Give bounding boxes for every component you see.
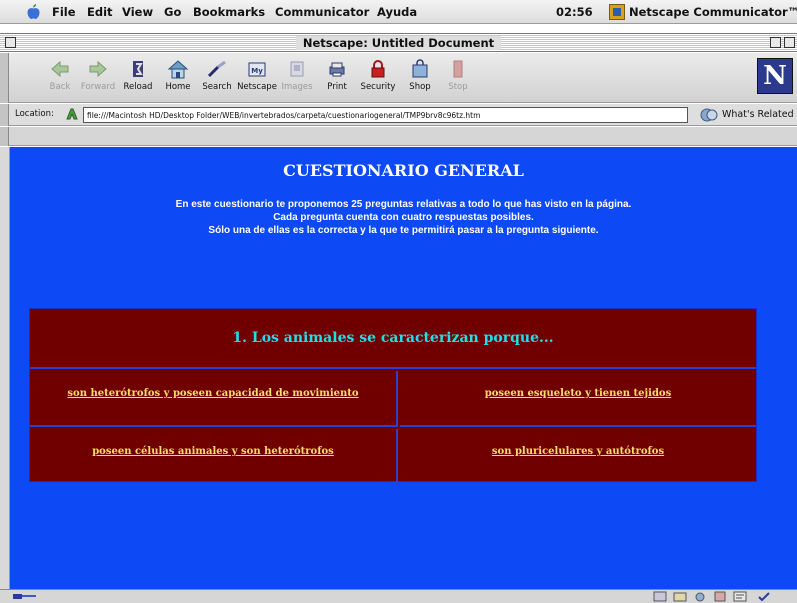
question-cell: 1. Los animales se caracterizan porque..…	[30, 309, 756, 369]
stop-label: Stop	[448, 82, 468, 92]
window-collapse-box[interactable]	[784, 37, 795, 48]
answer-link-4[interactable]: son pluricelulares y autótrofos	[400, 446, 756, 457]
navigation-toolbar: Back Forward Reload Home Search My Netsc…	[0, 53, 797, 103]
forward-arrow-icon	[89, 60, 107, 78]
whats-related-label: What's Related	[722, 109, 794, 120]
forward-button[interactable]: Forward	[76, 56, 120, 98]
answer-cell-1: son heterótrofos y poseen capacidad de m…	[30, 371, 398, 427]
navigator-component-icon[interactable]	[653, 591, 667, 602]
print-label: Print	[327, 82, 347, 92]
home-button[interactable]: Home	[156, 56, 200, 98]
menu-go[interactable]: Go	[164, 5, 181, 19]
menu-ayuda[interactable]: Ayuda	[377, 5, 417, 19]
window-title: Netscape: Untitled Document	[0, 36, 797, 50]
application-name: Netscape Communicator™	[629, 5, 797, 19]
intro-line-3: Sólo una de ellas es la correcta y la qu…	[208, 225, 599, 236]
window-zoom-box[interactable]	[770, 37, 781, 48]
reload-button[interactable]: Reload	[116, 56, 160, 98]
newsgroups-component-icon[interactable]	[693, 591, 707, 602]
address-book-component-icon[interactable]	[713, 591, 727, 602]
url-input[interactable]	[83, 107, 688, 123]
application-switcher[interactable]: Netscape Communicator™	[607, 3, 797, 21]
search-button[interactable]: Search	[195, 56, 239, 98]
answer-link-3[interactable]: poseen células animales y son heterótrof…	[30, 446, 396, 457]
images-icon	[290, 61, 304, 77]
answer-cell-3: poseen células animales y son heterótrof…	[30, 429, 398, 485]
window-title-text: Netscape: Untitled Document	[295, 36, 502, 50]
mail-component-icon[interactable]	[673, 591, 687, 602]
window-title-bar[interactable]: Netscape: Untitled Document	[0, 33, 797, 52]
location-toolbar: Location: What's Related	[0, 104, 797, 126]
location-collapse-grip[interactable]	[0, 104, 9, 126]
print-button[interactable]: Print	[315, 56, 359, 98]
menu-bar-clock[interactable]: 02:56	[556, 5, 593, 19]
svg-text:My: My	[251, 67, 263, 75]
question-text: 1. Los animales se caracterizan porque..…	[232, 330, 554, 346]
apple-menu-icon[interactable]	[27, 4, 40, 19]
checkmark-icon	[758, 592, 770, 602]
security-button[interactable]: Security	[356, 56, 400, 98]
answer-link-2[interactable]: poseen esqueleto y tienen tejidos	[400, 388, 756, 399]
stop-button[interactable]: Stop	[436, 56, 480, 98]
images-button[interactable]: Images	[275, 56, 319, 98]
reload-label: Reload	[123, 82, 153, 92]
toolbar-collapse-grip[interactable]	[0, 53, 9, 103]
component-bar	[637, 590, 797, 603]
menu-file[interactable]: File	[52, 5, 76, 19]
home-label: Home	[165, 82, 191, 92]
system-menu-bar: File Edit View Go Bookmarks Communicator…	[0, 0, 797, 24]
content-right-edge	[787, 147, 797, 589]
netscape-app-icon	[609, 4, 625, 20]
answer-cell-4: son pluricelulares y autótrofos	[400, 429, 756, 485]
status-bar	[0, 589, 797, 603]
netscape-icon: My	[248, 62, 266, 77]
netscape-button[interactable]: My Netscape	[235, 56, 279, 98]
composer-component-icon[interactable]	[733, 591, 747, 602]
page-title: CUESTIONARIO GENERAL	[283, 161, 524, 180]
shop-icon	[412, 59, 428, 78]
connection-status-icon	[13, 594, 36, 599]
security-lock-icon	[371, 60, 385, 78]
images-label: Images	[281, 82, 313, 92]
menu-edit[interactable]: Edit	[87, 5, 113, 19]
menu-communicator[interactable]: Communicator	[275, 5, 369, 19]
security-label: Security	[360, 82, 396, 92]
whats-related-button[interactable]: What's Related	[700, 106, 794, 124]
answer-link-1[interactable]: son heterótrofos y poseen capacidad de m…	[30, 388, 396, 399]
home-icon	[167, 60, 189, 79]
search-label: Search	[202, 82, 232, 92]
forward-label: Forward	[80, 82, 116, 92]
content-left-edge	[0, 147, 10, 589]
intro-line-2: Cada pregunta cuenta con cuatro respuest…	[273, 212, 534, 223]
reload-icon	[133, 61, 143, 77]
menu-bookmarks[interactable]: Bookmarks	[193, 5, 265, 19]
personal-toolbar	[0, 127, 797, 146]
search-icon	[207, 60, 226, 78]
page-proxy-icon[interactable]	[65, 107, 79, 121]
page-content: CUESTIONARIO GENERAL En este cuestionari…	[10, 147, 797, 589]
netscape-label: Netscape	[237, 82, 277, 92]
netscape-throbber-logo[interactable]: N	[757, 58, 793, 94]
location-label: Location:	[15, 109, 54, 119]
intro-line-1: En este cuestionario te proponemos 25 pr…	[175, 199, 632, 210]
question-table: 1. Los animales se caracterizan porque..…	[29, 308, 757, 485]
answer-cell-2: poseen esqueleto y tienen tejidos	[400, 371, 756, 427]
whats-related-icon	[700, 108, 718, 122]
personal-toolbar-grip[interactable]	[0, 127, 9, 146]
print-icon	[329, 62, 345, 77]
menu-view[interactable]: View	[122, 5, 153, 19]
stop-icon	[453, 60, 463, 78]
back-arrow-icon	[51, 60, 69, 78]
